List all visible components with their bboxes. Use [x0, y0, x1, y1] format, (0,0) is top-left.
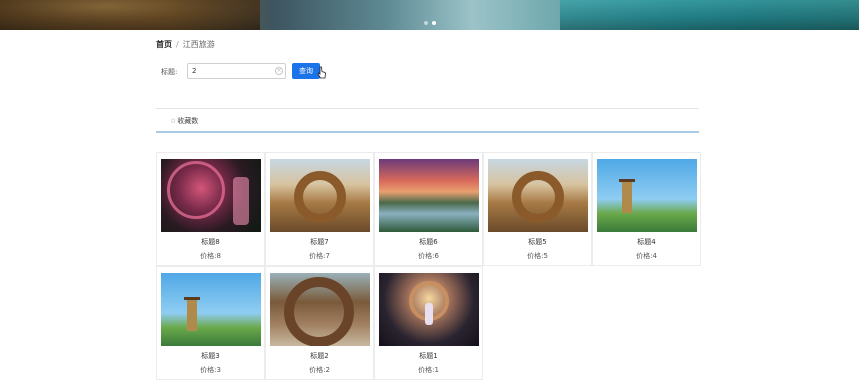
list-item[interactable]: 标题2 价格:2 [265, 266, 374, 380]
item-title: 标题2 [310, 352, 329, 360]
list-item[interactable]: 标题1 价格:1 [374, 266, 483, 380]
breadcrumb-home[interactable]: 首页 [156, 40, 172, 49]
breadcrumb: 首页 / 江西旅游 [156, 40, 215, 50]
search-label: 标题: [161, 68, 178, 76]
item-image [270, 159, 370, 232]
item-price: 价格:4 [636, 252, 657, 260]
breadcrumb-current: 江西旅游 [182, 40, 215, 49]
banner-image-rock [0, 0, 260, 30]
carousel-dot[interactable] [424, 21, 428, 25]
star-icon: ☆ [170, 117, 177, 125]
breadcrumb-separator: / [176, 40, 179, 49]
item-price: 价格:6 [418, 252, 439, 260]
item-title: 标题6 [419, 238, 438, 246]
item-image [379, 159, 479, 232]
item-title: 标题1 [419, 352, 438, 360]
item-image [379, 273, 479, 346]
item-price: 价格:3 [200, 366, 221, 374]
banner-carousel[interactable] [0, 0, 859, 30]
tab-favorites-label: 收藏数 [177, 117, 199, 125]
item-grid: 标题8 价格:8 标题7 价格:7 标题6 价格:6 标题5 价格:5 标题4 … [156, 152, 701, 382]
item-image [270, 273, 370, 346]
item-price: 价格:2 [309, 366, 330, 374]
carousel-dot-active[interactable] [432, 21, 436, 25]
item-price: 价格:8 [200, 252, 221, 260]
item-price: 价格:5 [527, 252, 548, 260]
list-item[interactable]: 标题4 价格:4 [592, 152, 701, 266]
item-title: 标题8 [201, 238, 220, 246]
item-title: 标题4 [637, 238, 656, 246]
item-title: 标题3 [201, 352, 220, 360]
item-image [597, 159, 697, 232]
list-item[interactable]: 标题7 价格:7 [265, 152, 374, 266]
item-image [488, 159, 588, 232]
item-title: 标题7 [310, 238, 329, 246]
tab-favorites[interactable]: ☆收藏数 [170, 116, 198, 126]
banner-image-water [560, 0, 859, 30]
clear-icon[interactable]: × [275, 67, 283, 75]
list-item[interactable]: 标题5 价格:5 [483, 152, 592, 266]
mouse-cursor-icon [317, 66, 326, 79]
item-title: 标题5 [528, 238, 547, 246]
list-item[interactable]: 标题3 价格:3 [156, 266, 265, 380]
item-image [161, 159, 261, 232]
list-item[interactable]: 标题8 价格:8 [156, 152, 265, 266]
item-image [161, 273, 261, 346]
sort-tab-bar: ☆收藏数 [156, 108, 699, 133]
item-price: 价格:1 [418, 366, 439, 374]
item-price: 价格:7 [309, 252, 330, 260]
list-item[interactable]: 标题6 价格:6 [374, 152, 483, 266]
search-input[interactable] [187, 63, 286, 79]
search-button[interactable]: 查询 [292, 63, 320, 79]
